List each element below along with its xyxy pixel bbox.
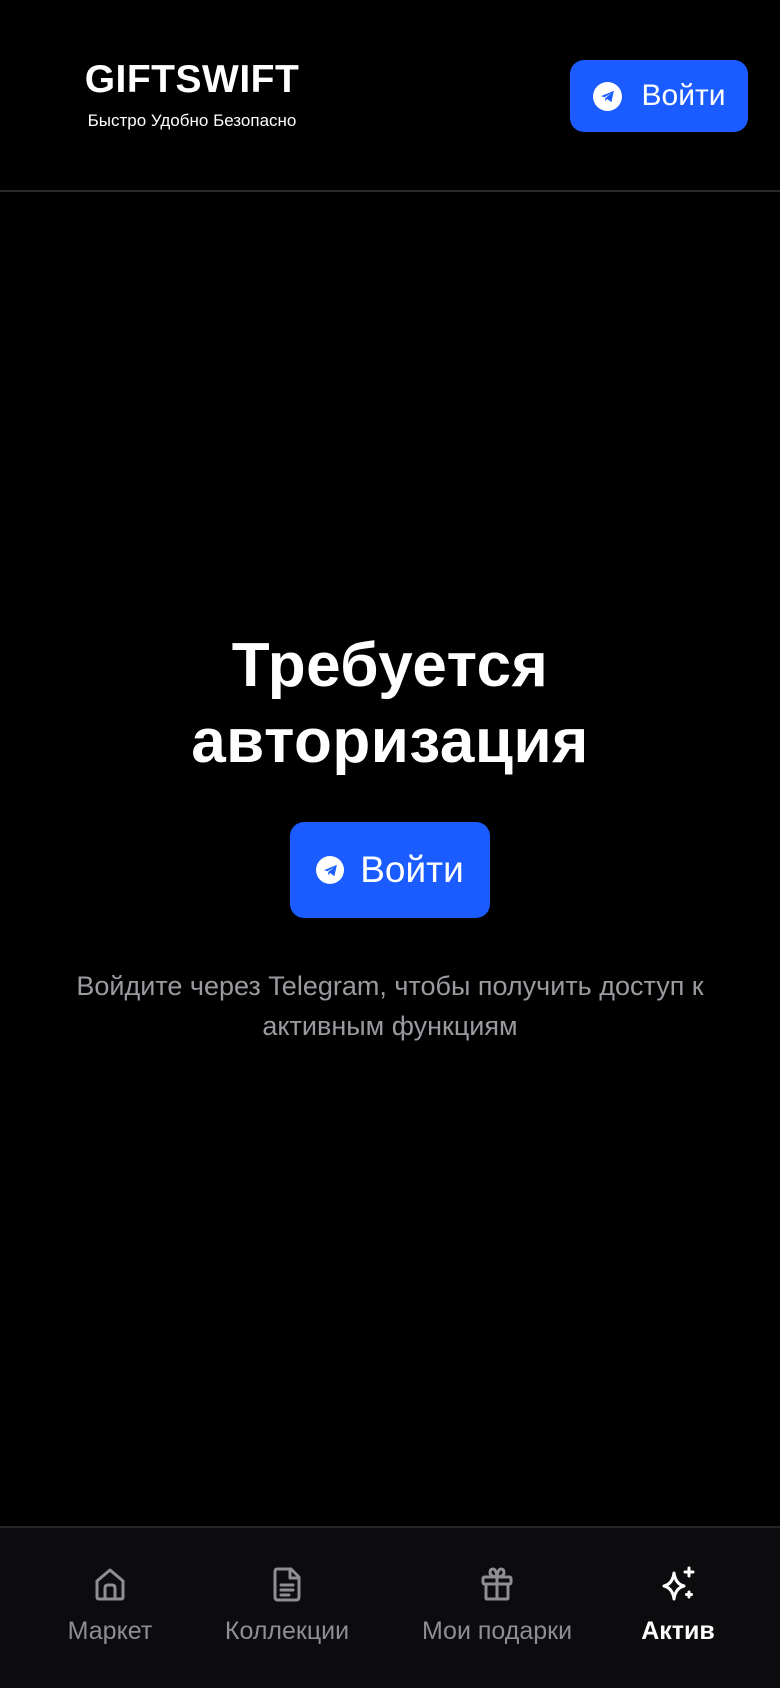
tab-market[interactable]: Маркет: [58, 1564, 162, 1664]
app-header: GIFTSWIFT Быстро Удобно Безопасно Войти: [0, 0, 780, 192]
tab-activity[interactable]: Актив: [636, 1564, 720, 1664]
telegram-icon: [316, 856, 345, 884]
header-login-label: Войти: [641, 79, 726, 112]
home-icon: [95, 1568, 125, 1601]
main-login-button[interactable]: Войти: [290, 822, 490, 918]
tab-activity-label: Актив: [641, 1617, 715, 1645]
header-login-button[interactable]: Войти: [570, 60, 748, 132]
tab-market-label: Маркет: [67, 1617, 153, 1645]
auth-title-line1: Требуется: [231, 631, 549, 700]
auth-description: Войдите через Telegram, чтобы получить д…: [76, 971, 704, 1041]
brand-logo: GIFTSWIFT Быстро Удобно Безопасно: [84, 58, 300, 132]
tab-collections-label: Коллекции: [224, 1617, 350, 1645]
main-login-label: Войти: [360, 849, 464, 890]
bottom-tab-bar: Маркет Коллекции Мои подарки Актив: [0, 1526, 780, 1688]
auth-title: Требуется авторизация: [0, 628, 780, 780]
brand-tagline: Быстро Удобно Безопасно: [87, 111, 297, 130]
auth-title-line2: авторизация: [191, 707, 589, 776]
brand-title: GIFTSWIFT: [84, 58, 300, 101]
gift-icon: [481, 1567, 513, 1601]
tab-my-gifts[interactable]: Мои подарки: [416, 1564, 578, 1664]
document-icon: [273, 1567, 301, 1602]
tab-my-gifts-label: Мои подарки: [421, 1617, 573, 1645]
sparkles-icon: [662, 1566, 695, 1601]
telegram-icon: [592, 81, 622, 111]
tab-collections[interactable]: Коллекции: [218, 1564, 356, 1664]
